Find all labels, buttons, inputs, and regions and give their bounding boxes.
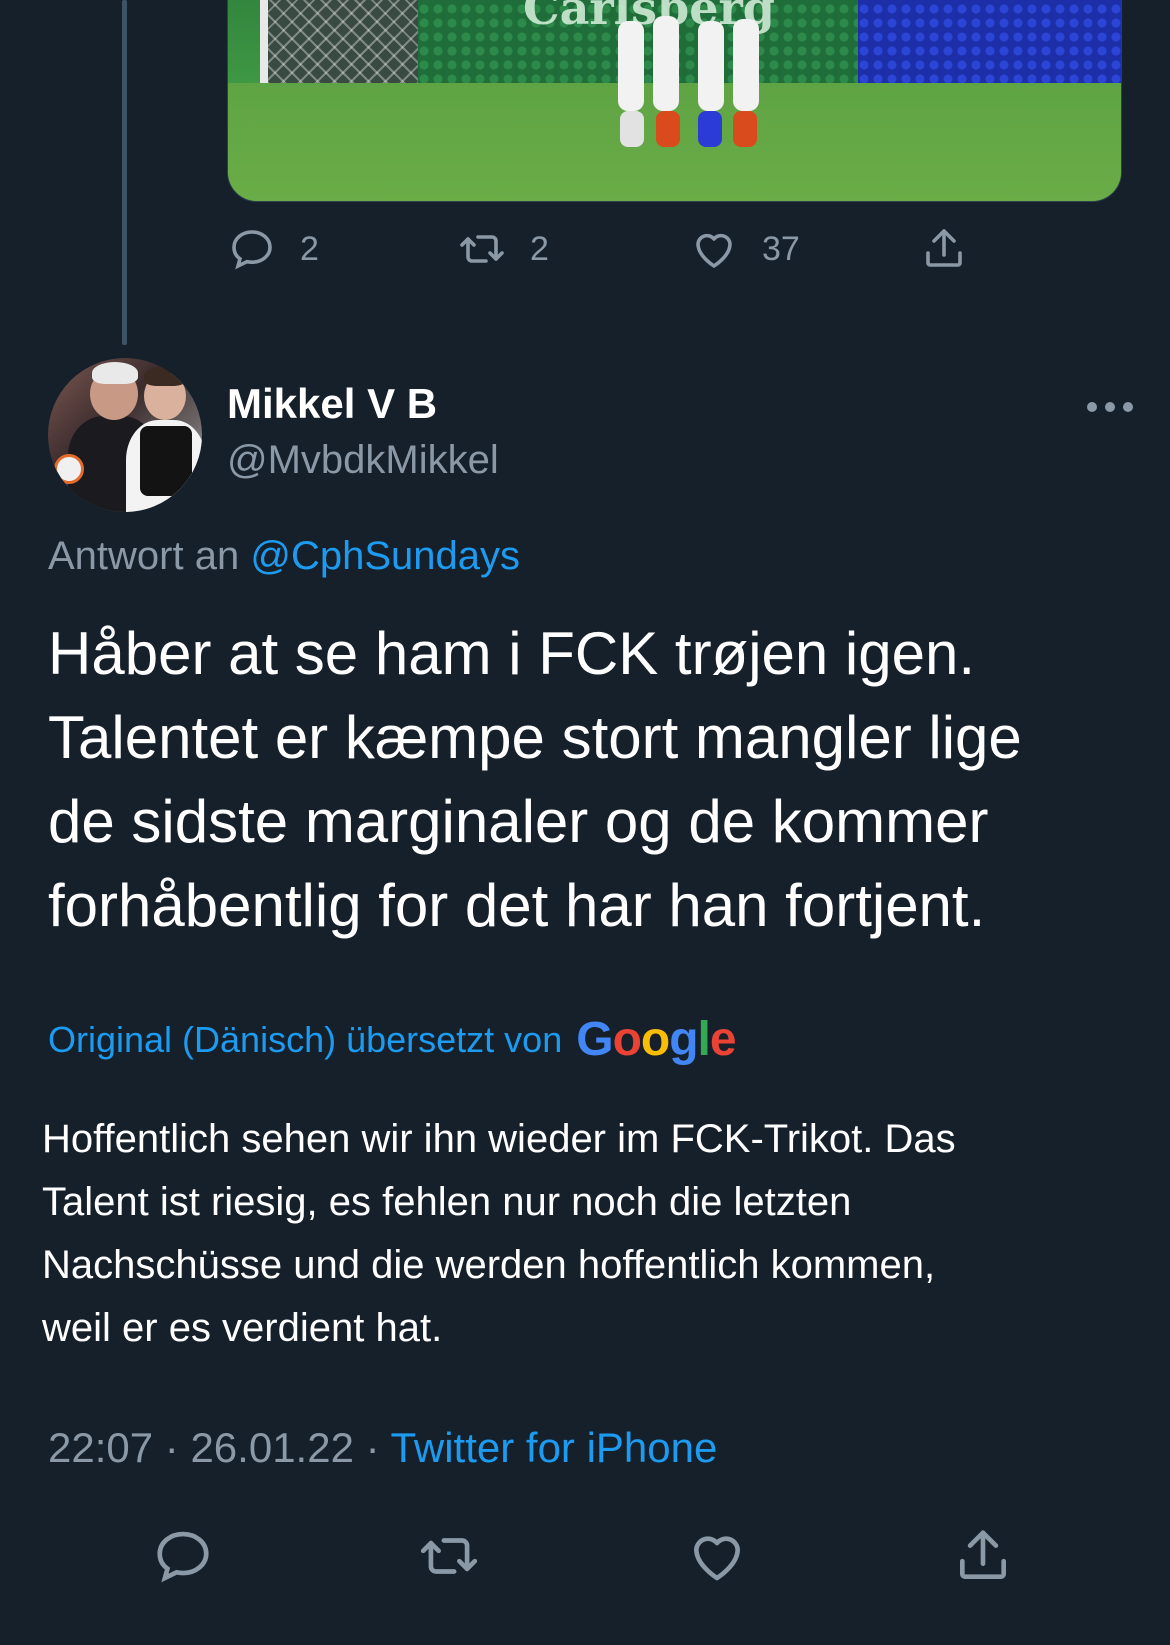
like-count: 37 [762,229,800,268]
reply-icon [232,230,272,270]
tweet-media-image[interactable]: Carlsberg [227,0,1122,202]
translated-text-line: weil er es verdient hat. [42,1306,443,1350]
reply-icon [157,1531,209,1583]
avatar-ball [54,454,84,484]
share-button[interactable] [952,1525,1014,1587]
translated-text-line: Nachschüsse und die werden hoffentlich k… [42,1243,936,1287]
translated-text-line: Hoffentlich sehen wir ihn wieder im FCK-… [42,1117,956,1161]
avatar[interactable] [48,358,202,512]
player-boot [656,111,680,147]
share-button[interactable] [920,225,968,273]
more-options-icon [1105,402,1115,412]
author-name[interactable]: Mikkel V B [227,380,437,428]
tweet-date[interactable]: 26.01.22 [190,1424,354,1471]
reply-button[interactable]: 2 [228,225,319,273]
google-logo: Google [576,1013,736,1066]
reply-to-prefix: Antwort an [48,534,240,578]
more-options-icon [1123,402,1133,412]
tweet-text-line: de sidste marginaler og de kommer [48,788,989,855]
reply-to-line: Antwort an @CphSundays [48,534,520,579]
author-handle[interactable]: @MvbdkMikkel [227,438,499,483]
avatar-figure [144,366,186,386]
player-leg [653,16,679,111]
retweet-icon [460,235,504,263]
retweet-button[interactable]: 2 [458,225,549,273]
translated-text: Hoffentlich sehen wir ihn wieder im FCK-… [42,1108,1142,1360]
tweet-time[interactable]: 22:07 [48,1424,153,1471]
retweet-count: 2 [530,229,549,268]
heart-icon [696,233,732,268]
retweet-icon [420,1538,478,1574]
translation-toggle[interactable]: Original (Dänisch) übersetzt von Google [48,1012,737,1067]
reply-count: 2 [300,229,319,268]
reply-button[interactable] [152,1525,214,1587]
player-leg [733,19,759,111]
player-leg [618,21,644,111]
avatar-figure [92,362,138,384]
avatar-figure [140,426,192,496]
translation-label: Original (Dänisch) übersetzt von [48,1018,563,1060]
previous-tweet-actions: 2 2 37 [228,225,988,285]
tweet-text-line: forhåbentlig for det har han fortjent. [48,872,986,939]
tweet-text-line: Håber at se ham i FCK trøjen igen. [48,620,976,687]
thread-connector-line [122,0,127,345]
more-options-icon [1087,402,1097,412]
heart-icon [694,1536,740,1581]
share-icon [926,229,962,267]
player-boot [698,111,722,147]
reply-to-mention[interactable]: @CphSundays [250,534,520,578]
player-leg [698,21,724,111]
tweet-source[interactable]: Twitter for iPhone [391,1424,718,1471]
player-boot [620,111,644,147]
tweet-actions [0,1525,1170,1589]
meta-separator: · [164,1424,179,1471]
tweet-text: Håber at se ham i FCK trøjen igen. Talen… [48,612,1128,948]
share-icon [960,1530,1006,1579]
like-button[interactable]: 37 [690,225,800,273]
meta-separator: · [365,1424,380,1471]
goal-post [260,0,268,96]
tweet-detail-page: Carlsberg 2 2 37 Mikkel V B @MvbdkMikkel… [0,0,1170,1645]
translated-text-line: Talent ist riesig, es fehlen nur noch di… [42,1180,852,1224]
ad-board-blue [858,0,1121,86]
like-button[interactable] [686,1525,748,1587]
tweet-text-line: Talentet er kæmpe stort mangler lige [48,704,1022,771]
more-options-button[interactable] [1072,392,1148,422]
player-boot [733,111,757,147]
tweet-meta: 22:07 · 26.01.22 · Twitter for iPhone [48,1424,717,1472]
retweet-button[interactable] [418,1525,480,1587]
